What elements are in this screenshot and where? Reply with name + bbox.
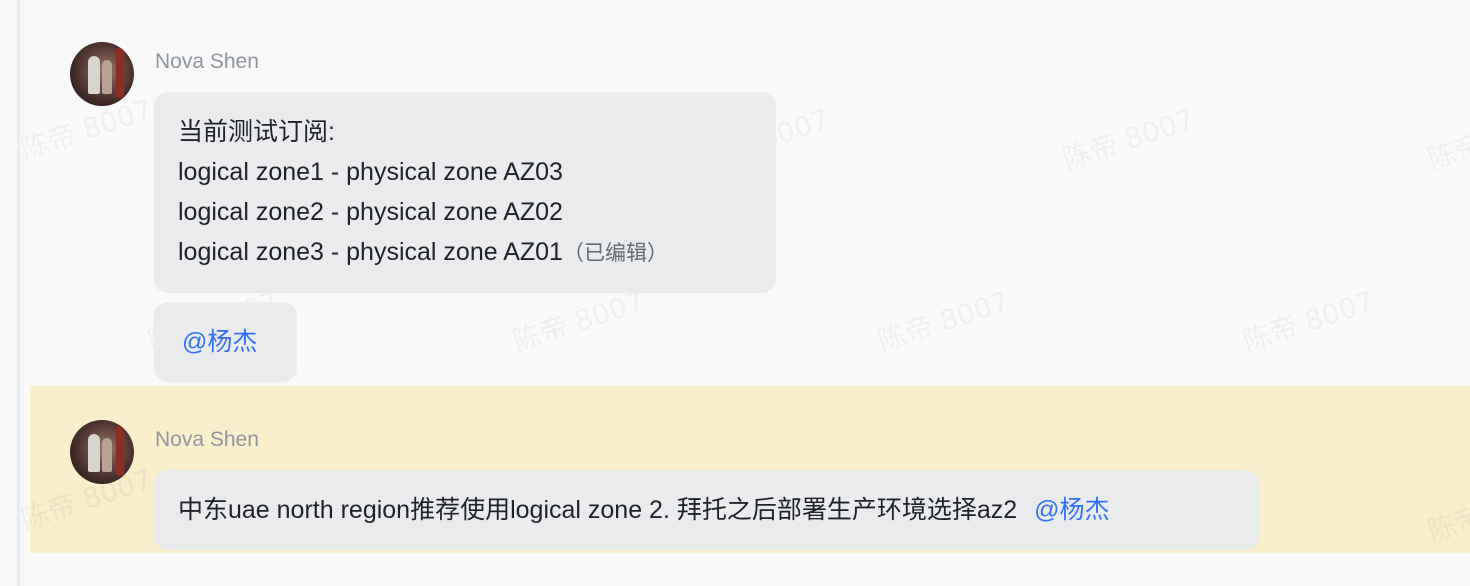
avatar[interactable] <box>70 42 134 106</box>
watermark: 陈帝 8007 <box>1237 280 1379 360</box>
avatar-photo-person <box>102 60 112 94</box>
mention-link[interactable]: @杨杰 <box>1034 496 1109 524</box>
sender-name[interactable]: Nova Shen <box>155 428 259 452</box>
avatar[interactable] <box>70 420 134 484</box>
avatar-photo-person <box>88 434 100 472</box>
watermark: 陈帝 8007 <box>872 280 1014 360</box>
edited-label: （已编辑） <box>562 242 668 265</box>
sender-name[interactable]: Nova Shen <box>155 50 259 74</box>
message-bubble[interactable]: 当前测试订阅: logical zone1 - physical zone AZ… <box>154 92 776 293</box>
message-line-text: logical zone3 - physical zone AZ01 <box>178 238 563 266</box>
mention-bubble[interactable]: @杨杰 <box>154 302 297 382</box>
message-line: 当前测试订阅: <box>178 118 335 146</box>
message-text: 中东uae north region推荐使用logical zone 2. 拜托… <box>178 496 1018 524</box>
mention-link[interactable]: @杨杰 <box>182 328 257 356</box>
chat-panel: 陈帝 8007 陈帝 8007 陈帝 8007 陈帝 8007 陈帝 8007 … <box>0 0 1470 586</box>
watermark: 陈帝 8007 <box>1057 98 1199 178</box>
message-line: logical zone1 - physical zone AZ03 <box>178 158 563 186</box>
message-line-last: logical zone3 - physical zone AZ01（已编辑） <box>178 232 752 274</box>
watermark: 陈帝 8007 <box>1422 98 1470 178</box>
avatar-photo-detail <box>116 426 124 476</box>
message-bubble[interactable]: 中东uae north region推荐使用logical zone 2. 拜托… <box>154 470 1259 550</box>
avatar-photo-person <box>88 56 100 94</box>
left-rail <box>0 0 30 586</box>
avatar-photo-detail <box>116 48 124 98</box>
avatar-photo-person <box>102 438 112 472</box>
message-line: logical zone2 - physical zone AZ02 <box>178 198 563 226</box>
